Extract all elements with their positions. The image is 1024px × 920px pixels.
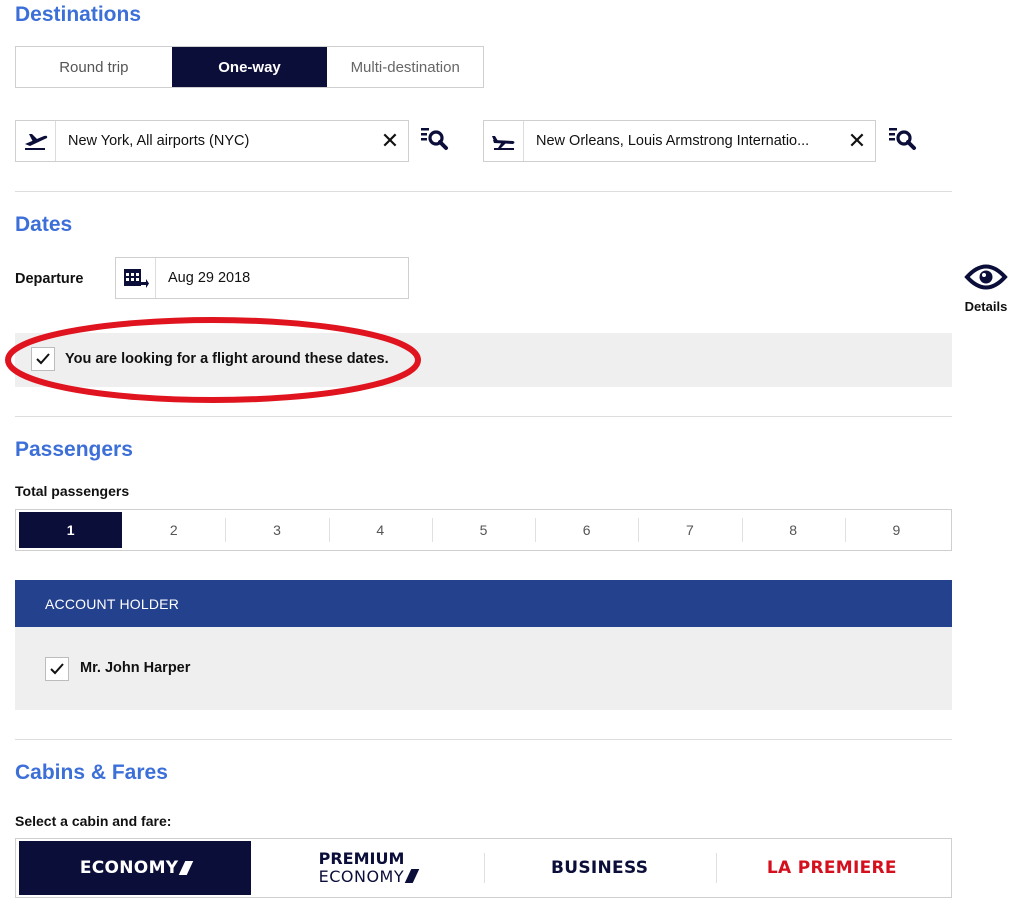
destinations-heading: Destinations <box>15 3 142 26</box>
details-toggle[interactable]: Details <box>960 262 1012 314</box>
total-passengers-label: Total passengers <box>15 483 130 499</box>
cabin-premium-line1: PREMIUM <box>318 849 405 868</box>
cabin-economy-label: ECONOMY <box>79 858 179 878</box>
calendar-icon <box>116 258 156 298</box>
passenger-count-option[interactable]: 7 <box>638 512 741 548</box>
landing-plane-icon <box>484 121 524 161</box>
account-holder-header: ACCOUNT HOLDER <box>15 580 952 627</box>
dates-heading: Dates <box>15 213 73 236</box>
departure-label: Departure <box>15 271 84 287</box>
section-divider <box>15 191 952 192</box>
destination-search-list-icon[interactable] <box>888 124 918 154</box>
details-label: Details <box>964 299 1008 314</box>
passenger-count-option[interactable]: 3 <box>225 512 328 548</box>
passengers-heading: Passengers <box>15 438 133 461</box>
cabins-heading: Cabins & Fares <box>15 761 168 784</box>
trip-type-round-trip[interactable]: Round trip <box>16 47 172 87</box>
select-cabin-label: Select a cabin and fare: <box>15 813 172 829</box>
checkmark-icon <box>50 663 64 675</box>
passenger-count-option[interactable]: 4 <box>328 512 432 548</box>
passenger-count-selector: 1 2 3 4 5 6 7 8 9 <box>15 509 952 551</box>
cabin-business-label: BUSINESS <box>550 858 649 878</box>
trip-type-selector: Round trip One-way Multi-destination <box>15 46 484 88</box>
passenger-count-option[interactable]: 8 <box>741 512 845 548</box>
cabin-selector: ECONOMY PREMIUM ECONOMY BUSINESS LA PREM… <box>15 838 952 898</box>
trip-type-one-way[interactable]: One-way <box>171 47 328 87</box>
cabin-option-business[interactable]: BUSINESS <box>483 841 716 895</box>
cabin-option-la-premiere[interactable]: LA PREMIERE <box>715 841 948 895</box>
passenger-count-option[interactable]: 2 <box>122 512 225 548</box>
departure-date-value: Aug 29 2018 <box>168 270 251 286</box>
passenger-count-option[interactable]: 5 <box>431 512 535 548</box>
brand-slash-icon <box>404 869 420 883</box>
highlight-annotation-oval <box>5 317 421 403</box>
brand-slash-icon <box>179 861 194 875</box>
trip-type-multi-destination[interactable]: Multi-destination <box>327 47 483 87</box>
passenger-count-option[interactable]: 9 <box>844 512 948 548</box>
origin-clear-button[interactable]: ✕ <box>372 128 408 154</box>
origin-field[interactable]: New York, All airports (NYC) ✕ <box>15 120 409 162</box>
destination-field[interactable]: New Orleans, Louis Armstrong Internatio.… <box>483 120 876 162</box>
departure-date-field[interactable]: Aug 29 2018 <box>115 257 409 299</box>
destination-value: New Orleans, Louis Armstrong Internatio.… <box>536 133 810 149</box>
eye-icon <box>960 262 1012 297</box>
section-divider <box>15 739 952 740</box>
passenger-count-option[interactable]: 6 <box>535 512 638 548</box>
account-holder-name: Mr. John Harper <box>80 660 191 676</box>
cabin-premium-line2: ECONOMY <box>318 867 405 886</box>
takeoff-plane-icon <box>16 121 56 161</box>
passenger-count-option[interactable]: 1 <box>19 512 123 548</box>
destination-clear-button[interactable]: ✕ <box>839 128 875 154</box>
cabin-option-economy[interactable]: ECONOMY <box>19 841 252 895</box>
section-divider <box>15 416 952 417</box>
origin-search-list-icon[interactable] <box>420 124 450 154</box>
cabin-premiere-label: LA PREMIERE <box>766 858 897 878</box>
account-holder-checkbox[interactable] <box>45 657 69 681</box>
origin-value: New York, All airports (NYC) <box>68 133 250 149</box>
cabin-option-premium-economy[interactable]: PREMIUM ECONOMY <box>251 841 483 895</box>
